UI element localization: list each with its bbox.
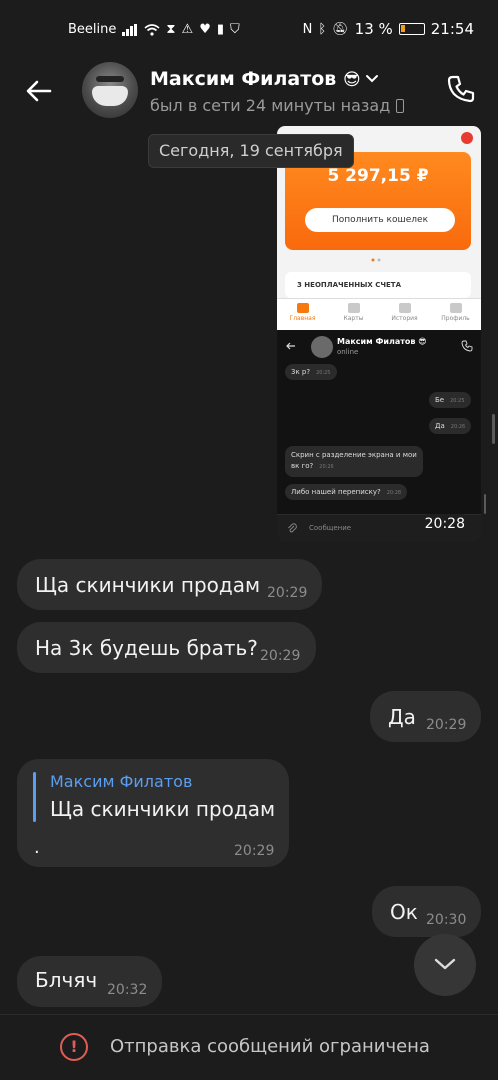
- status-left: Beeline ⧗ ⚠ ♥ ▮ ⛉: [68, 22, 240, 37]
- reply-quoted-text[interactable]: Ща скинчики продам: [50, 797, 275, 821]
- reply-quote-bar: [33, 772, 36, 822]
- battery-icon: [398, 23, 425, 35]
- last-seen-text: был в сети 24 минуты назад: [150, 96, 391, 115]
- message-time: 20:29: [260, 648, 301, 664]
- mobile-device-icon: [396, 99, 405, 113]
- warning-icon: ⚠: [181, 22, 194, 37]
- signal-icon: [122, 23, 138, 36]
- balance-amount: 5 297,15 ₽: [327, 166, 429, 186]
- message-text: Да: [388, 705, 416, 729]
- message-text: Ща скинчики продам: [35, 573, 261, 597]
- contact-emoji: 😎: [342, 70, 361, 90]
- message-text: Блчяч: [35, 968, 98, 992]
- chevron-down-icon: [434, 958, 456, 970]
- carousel-dots: [371, 258, 381, 262]
- status-bar: Beeline ⧗ ⚠ ♥ ▮ ⛉ N ᛒ 🔕︎ 13 % 21:54: [0, 0, 498, 60]
- inner-online-status: online: [337, 348, 359, 356]
- chat-header: Максим Филатов 😎 был в сети 24 минуты на…: [0, 60, 498, 124]
- last-seen-status: был в сети 24 минуты назад: [150, 96, 405, 115]
- heart-rate-icon: ♥: [199, 22, 211, 37]
- alert-circle-icon: !: [60, 1033, 88, 1061]
- message-bubble-outgoing[interactable]: Да 20:29: [370, 691, 481, 742]
- carrier-label: Beeline: [68, 22, 117, 37]
- message-bubble-incoming[interactable]: Ща скинчики продам 20:29: [17, 559, 322, 610]
- inner-chat-screenshot: Максим Филатов 😎 online 3к р? 20:25 Бе 20:…: [277, 334, 481, 542]
- battery-percent: 13 %: [354, 20, 393, 38]
- wifi-icon: [144, 23, 160, 36]
- inner-message: 3к р? 20:25: [285, 364, 337, 380]
- chevron-down-icon[interactable]: [364, 70, 380, 86]
- message-text: На 3к будешь брать?: [35, 636, 258, 660]
- contact-name-text: Максим Филатов: [150, 68, 337, 90]
- nfc-icon: N: [302, 21, 313, 37]
- wallet-tab-profile: Профиль: [436, 299, 476, 330]
- scroll-down-button[interactable]: [414, 934, 476, 996]
- message-time: 20:30: [426, 912, 467, 928]
- wallet-tab-home: Главная: [283, 299, 323, 330]
- reply-message-bubble[interactable]: Максим Филатов Ща скинчики продам . 20:2…: [17, 759, 289, 867]
- hourglass-icon: ⧗: [166, 22, 176, 37]
- wallet-tab-history: История: [385, 299, 425, 330]
- topup-button: Пополнить кошелек: [305, 208, 455, 232]
- restricted-messaging-bar: ! Отправка сообщений ограничена: [0, 1014, 498, 1080]
- paperclip-icon: [288, 523, 297, 533]
- reply-quoted-author[interactable]: Максим Филатов: [50, 772, 192, 791]
- sim-icon: ▮: [216, 22, 224, 37]
- date-separator: Сегодня, 19 сентября: [148, 134, 354, 168]
- wallet-tab-cards: Карты: [334, 299, 374, 330]
- inner-phone-icon: [461, 340, 473, 352]
- clock: 21:54: [430, 20, 474, 38]
- message-time: 20:28: [418, 514, 471, 534]
- inner-message: Скрин с разделение экрана и мои вк го? 20…: [285, 446, 423, 477]
- bluetooth-icon: ᛒ: [318, 21, 327, 37]
- inner-avatar: [311, 336, 333, 358]
- message-time: 20:32: [107, 982, 148, 998]
- message-time: 20:29: [426, 717, 467, 733]
- screenshot-image-message[interactable]: 5 297,15 ₽ Пополнить кошелек 3 НЕОПЛАЧЕН…: [277, 126, 481, 542]
- inner-contact-name: Максим Филатов 😎: [337, 337, 427, 346]
- message-bubble-outgoing[interactable]: Ок 20:30: [372, 886, 481, 937]
- inner-input-placeholder: Сообщение: [309, 524, 352, 532]
- unpaid-bills-label: 3 НЕОПЛАЧЕННЫХ СЧЕТА: [285, 272, 471, 298]
- shield-icon: ⛉: [230, 22, 240, 37]
- contact-name[interactable]: Максим Филатов 😎: [150, 68, 361, 90]
- inner-message: Либо нашей переписку? 20:28: [285, 484, 408, 500]
- inner-message: Бе 20:25: [429, 392, 471, 408]
- message-time: 20:29: [267, 585, 308, 601]
- scroll-indicator: [492, 414, 495, 444]
- avatar[interactable]: [82, 62, 138, 118]
- wallet-tab-bar: Главная Карты История Профиль: [277, 298, 481, 330]
- message-bubble-incoming[interactable]: Блчяч 20:32: [17, 956, 162, 1007]
- phone-call-icon[interactable]: [444, 72, 478, 106]
- message-time: 20:29: [234, 843, 275, 859]
- restriction-notice: Отправка сообщений ограничена: [110, 1036, 430, 1057]
- mute-icon: 🔕︎: [332, 21, 349, 37]
- message-text: Ок: [390, 900, 418, 924]
- scroll-indicator-secondary: [484, 494, 486, 514]
- message-bubble-incoming[interactable]: На 3к будешь брать? 20:29: [17, 622, 316, 673]
- inner-message: Да 20:26: [429, 418, 472, 434]
- notification-bell-icon: [461, 132, 473, 144]
- back-arrow-icon[interactable]: [22, 74, 56, 108]
- status-right: N ᛒ 🔕︎ 13 % 21:54: [303, 20, 474, 38]
- inner-back-arrow-icon: [286, 342, 295, 350]
- message-text: .: [34, 837, 40, 858]
